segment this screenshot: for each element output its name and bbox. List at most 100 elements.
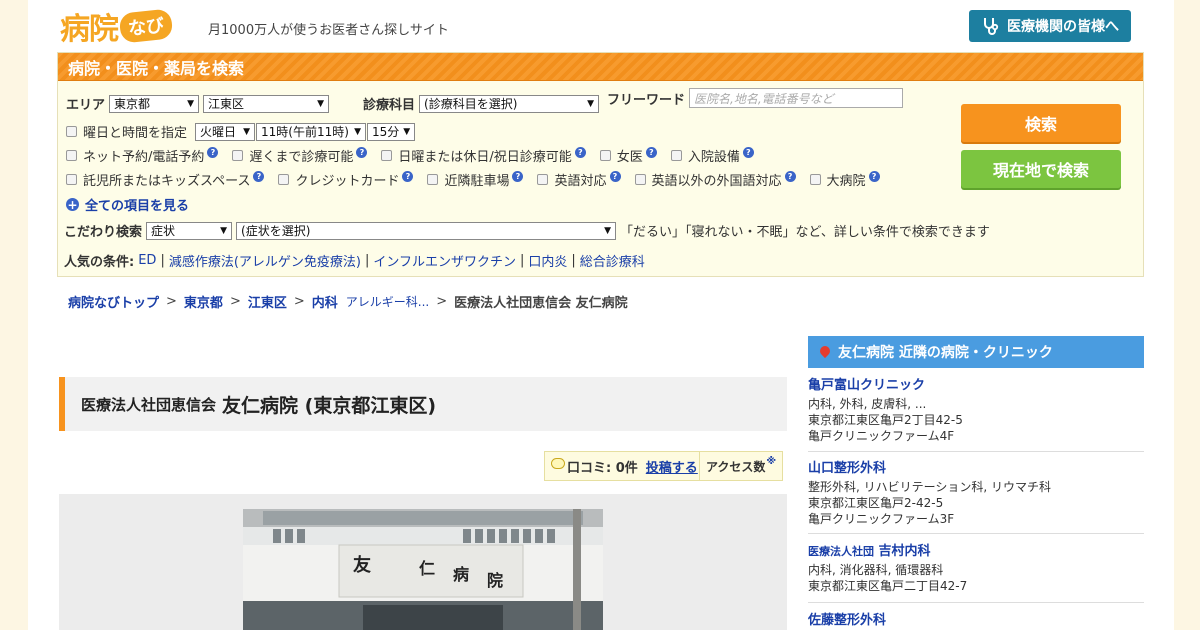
show-all-link[interactable]: + 全ての項目を見る [66,195,189,214]
clinic-name-link[interactable]: 亀戸富山クリニック [808,377,1144,395]
breadcrumb-city[interactable]: 江東区 [248,292,287,311]
popular-link-ed[interactable]: ED [138,253,156,268]
page-title: 医療法人社団恵信会 友仁病院 (東京都江東区) [59,377,787,431]
kodawari-type-select[interactable]: 症状 ▼ [146,221,233,240]
popular-link-stomatitis[interactable]: 口内炎 [528,251,567,270]
post-review-link[interactable]: 投稿する [646,457,698,476]
clinic-item: 医療法人社団 吉村内科 内科, 消化器科, 循環器科 東京都江東区亀戸二丁目42… [808,543,1144,603]
option-parking[interactable]: 近隣駐車場? [427,170,524,189]
kodawari-type-value: 症状 [151,224,176,238]
speech-bubble-icon [551,457,565,469]
city-select[interactable]: 江東区 ▼ [203,94,330,113]
time-label: 曜日と時間を指定 [83,126,188,141]
help-icon[interactable]: ? [356,147,368,158]
checkbox[interactable] [232,150,244,161]
checkbox[interactable] [381,150,393,161]
clinic-item: 亀戸富山クリニック 内科, 外科, 皮膚科, ... 東京都江東区亀戸2丁目42… [808,377,1144,452]
time-row: 曜日と時間を指定 火曜日 ▼ 11時(午前11時) ▼ 15分 ▼ [66,122,416,141]
help-icon[interactable]: ? [512,171,524,182]
breadcrumb-extra[interactable]: アレルギー科... [346,293,429,310]
freeword-row: フリーワード 医院名,地名,電話番号など [607,88,904,108]
page: 病院 なび 月1000万人が使うお医者さん探しサイト 医療機関の皆様へ 病院・医… [28,0,1174,630]
checkbox[interactable] [599,150,611,161]
help-icon[interactable]: ? [253,171,265,182]
clinic-address: 東京都江東区亀戸2丁目42-5 [808,413,963,427]
nearby-clinics-title: 友仁病院 近隣の病院・クリニック [838,345,1053,361]
help-icon[interactable]: ? [574,147,586,158]
popular-link-general-medicine[interactable]: 総合診療科 [580,251,645,270]
access-count-box: アクセス数 ※ [699,451,784,481]
help-icon[interactable]: ? [868,171,880,182]
chevron-down-icon: ▼ [317,98,325,109]
help-icon[interactable]: ? [742,147,754,158]
hour-value: 11時(午前11時) [261,125,349,139]
dept-value: (診療科目を選択) [424,97,518,111]
medical-institution-button[interactable]: 医療機関の皆様へ [969,10,1131,42]
option-other-language[interactable]: 英語以外の外国語対応? [634,170,796,189]
breadcrumb-prefecture[interactable]: 東京都 [184,292,223,311]
access-count-label: アクセス数 [706,459,766,474]
option-label: 近隣駐車場 [444,174,510,189]
checkbox[interactable] [66,150,77,161]
help-icon[interactable]: ? [609,171,621,182]
minute-select[interactable]: 15分 ▼ [367,122,416,141]
chevron-down-icon: ▼ [354,126,362,137]
clinic-name-link[interactable]: 医療法人社団 吉村内科 [808,543,1144,561]
option-large-hospital[interactable]: 大病院? [809,170,880,189]
search-button[interactable]: 検索 [961,104,1121,142]
chevron-down-icon: ▼ [604,225,612,236]
chevron-down-icon: ▼ [243,126,251,137]
clinic-address: 東京都江東区亀戸二丁目42-7 [808,579,968,593]
symptom-select[interactable]: (症状を選択) ▼ [236,221,617,240]
option-label: 入院設備 [687,150,740,165]
breadcrumb-dept[interactable]: 内科 [312,292,338,311]
checkbox[interactable] [634,174,646,185]
access-note-mark[interactable]: ※ [766,456,776,467]
site-logo[interactable]: 病院 なび [60,8,174,47]
option-label: クレジットカード [295,174,400,189]
show-all-label: 全ての項目を見る [85,199,190,214]
option-late-hours[interactable]: 遅くまで診療可能? [232,146,368,165]
geo-search-button[interactable]: 現在地で検索 [961,150,1121,188]
prefecture-select[interactable]: 東京都 ▼ [109,94,200,113]
popular-link-immunotherapy[interactable]: 減感作療法(アレルゲン免疫療法) [169,251,361,270]
day-select[interactable]: 火曜日 ▼ [195,122,256,141]
option-english[interactable]: 英語対応? [537,170,621,189]
time-checkbox[interactable] [66,126,77,137]
clinic-depts: 整形外科, リハビリテーション科, リウマチ科 [808,480,1052,494]
checkbox[interactable] [537,174,549,185]
city-value: 江東区 [208,97,245,111]
option-kids-space[interactable]: 託児所またはキッズスペース? [66,170,265,189]
breadcrumb-top[interactable]: 病院なびトップ [68,292,159,311]
option-credit-card[interactable]: クレジットカード? [278,170,414,189]
checkbox[interactable] [66,174,77,185]
clinic-depts: 内科, 消化器科, 循環器科 [808,563,944,577]
kodawari-hint: 「だるい」「寝れない・不眠」など、詳しい条件で検索できます [620,225,990,240]
popular-link-flu-vaccine[interactable]: インフルエンザワクチン [373,251,516,270]
option-net-reservation[interactable]: ネット予約/電話予約? [66,146,219,165]
freeword-input[interactable]: 医院名,地名,電話番号など [689,88,904,108]
help-icon[interactable]: ? [645,147,657,158]
option-label: 大病院 [826,174,866,189]
checkbox[interactable] [278,174,290,185]
clinic-name-link[interactable]: 佐藤整形外科 [808,612,1144,630]
sign-char-1: 友 [353,555,371,576]
checkbox[interactable] [670,150,682,161]
clinic-address-building: 亀戸クリニックファーム3F [808,512,955,526]
help-icon[interactable]: ? [784,171,796,182]
kodawari-label: こだわり検索 [64,225,143,240]
dept-select[interactable]: (診療科目を選択) ▼ [419,94,600,113]
help-icon[interactable]: ? [402,171,414,182]
clinic-name-link[interactable]: 山口整形外科 [808,460,1144,478]
option-female-doctor[interactable]: 女医? [599,146,657,165]
sign-char-3: 病 [453,565,470,584]
chevron-down-icon: ▼ [587,98,595,109]
option-label: 託児所またはキッズスペース [83,174,251,189]
chevron-down-icon: ▼ [220,225,228,236]
option-inpatient[interactable]: 入院設備? [670,146,754,165]
option-holiday[interactable]: 日曜または休日/祝日診療可能? [381,146,586,165]
checkbox[interactable] [809,174,821,185]
help-icon[interactable]: ? [207,147,219,158]
hour-select[interactable]: 11時(午前11時) ▼ [256,122,367,141]
checkbox[interactable] [427,174,439,185]
